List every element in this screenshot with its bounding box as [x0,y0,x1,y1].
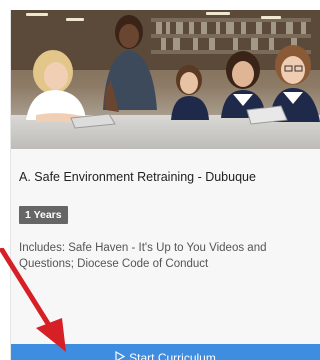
start-curriculum-label: Start Curriculum [129,351,216,360]
course-title[interactable]: A. Safe Environment Retraining - Dubuque [19,170,256,184]
play-outline-icon [115,345,126,360]
start-curriculum-button[interactable]: Start Curriculum [11,344,320,360]
curriculum-card: A. Safe Environment Retraining - Dubuque… [10,10,320,360]
duration-badge: 1 Years [19,206,68,224]
course-description: Includes: Safe Haven - It's Up to You Vi… [19,242,267,270]
page: A. Safe Environment Retraining - Dubuque… [0,0,320,360]
course-thumbnail [11,10,320,149]
